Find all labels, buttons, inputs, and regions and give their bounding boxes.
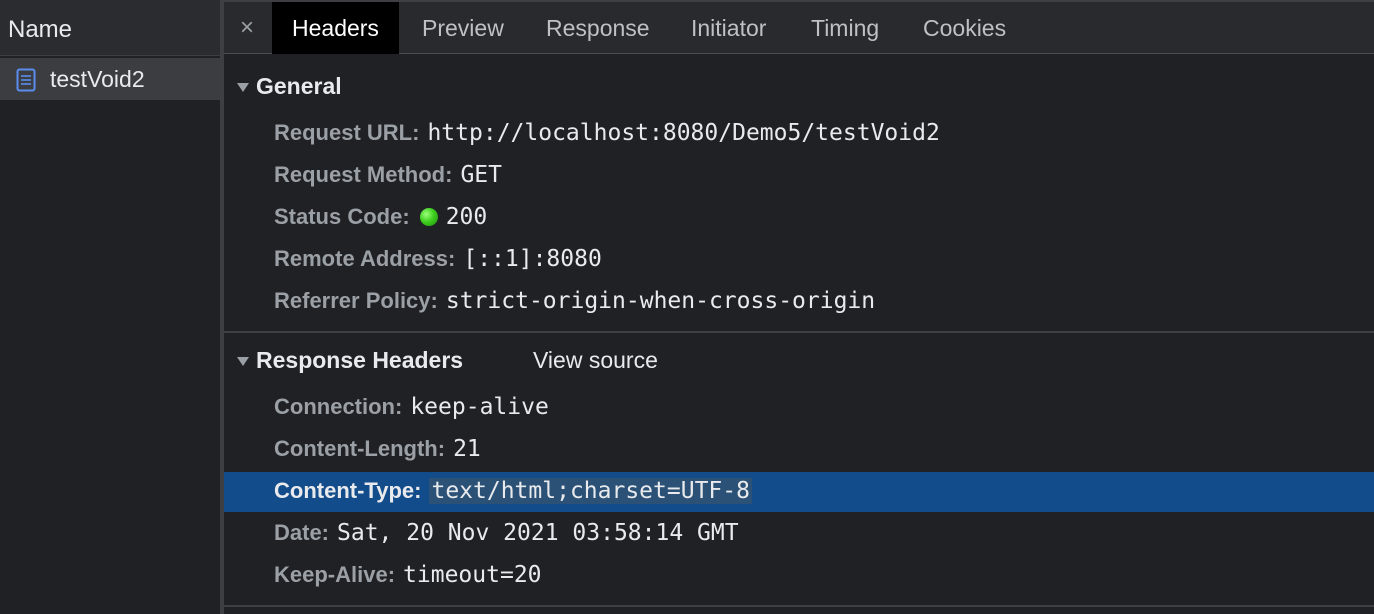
header-row-request-method[interactable]: Request Method: GET: [224, 156, 1374, 196]
request-row[interactable]: testVoid2: [0, 58, 220, 100]
header-value: strict-origin-when-cross-origin: [445, 288, 876, 314]
status-ok-icon: [419, 208, 438, 226]
request-list: Name testVoid2: [0, 0, 220, 614]
header-row-status-code[interactable]: Status Code: 200: [224, 198, 1374, 238]
header-value: timeout=20: [403, 562, 542, 588]
tab-headers[interactable]: Headers: [272, 2, 399, 54]
section-divider: [224, 605, 1374, 607]
collapse-triangle-icon: [237, 357, 249, 366]
header-key: Keep-Alive:: [274, 562, 396, 587]
header-row-remote-address[interactable]: Remote Address: [::1]:8080: [224, 240, 1374, 280]
header-value: GET: [460, 162, 502, 188]
general-section-header[interactable]: General: [224, 66, 1374, 106]
close-icon[interactable]: ×: [240, 14, 254, 42]
header-row-connection[interactable]: Connection: keep-alive: [224, 388, 1374, 428]
tab-preview[interactable]: Preview: [422, 2, 504, 54]
header-key: Request Method:: [274, 162, 453, 187]
header-value: Sat, 20 Nov 2021 03:58:14 GMT: [337, 520, 739, 546]
response-headers-title: Response Headers: [256, 347, 464, 373]
tab-cookies[interactable]: Cookies: [923, 2, 1006, 54]
devtools-network-panel: Name testVoid2 × Headers Preview Respons…: [0, 0, 1374, 614]
name-column-header[interactable]: Name: [0, 0, 220, 56]
document-icon: [16, 68, 36, 92]
header-row-content-type[interactable]: Content-Type: text/html;charset=UTF-8: [224, 472, 1374, 512]
header-key: Content-Type:: [274, 478, 422, 503]
tab-response[interactable]: Response: [546, 2, 650, 54]
header-value: http://localhost:8080/Demo5/testVoid2: [427, 120, 940, 146]
header-key: Remote Address:: [274, 246, 456, 271]
header-key: Request URL:: [274, 120, 420, 145]
header-key: Content-Length:: [274, 436, 446, 461]
header-row-content-length[interactable]: Content-Length: 21: [224, 430, 1374, 470]
header-key: Date:: [274, 520, 330, 545]
request-details: × Headers Preview Response Initiator Tim…: [224, 0, 1374, 614]
header-value: 21: [453, 436, 481, 462]
tab-initiator[interactable]: Initiator: [691, 2, 766, 54]
header-key: Status Code:: [274, 204, 410, 229]
header-row-referrer-policy[interactable]: Referrer Policy: strict-origin-when-cross…: [224, 282, 1374, 322]
response-headers-section-header[interactable]: Response Headers View source: [224, 340, 1374, 380]
header-row-keep-alive[interactable]: Keep-Alive: timeout=20: [224, 556, 1374, 596]
header-key: Referrer Policy:: [274, 288, 438, 313]
name-column-label: Name: [8, 16, 73, 43]
header-row-date[interactable]: Date: Sat, 20 Nov 2021 03:58:14 GMT: [224, 514, 1374, 554]
header-value: keep-alive: [410, 394, 549, 420]
request-name: testVoid2: [50, 66, 145, 92]
section-divider: [224, 331, 1374, 333]
view-source-link[interactable]: View source: [533, 347, 658, 374]
header-value: 200: [445, 204, 488, 230]
header-row-request-url[interactable]: Request URL: http://localhost:8080/Demo5/…: [224, 114, 1374, 154]
header-value: text/html;charset=UTF-8: [429, 478, 752, 504]
collapse-triangle-icon: [237, 83, 249, 92]
header-value: [::1]:8080: [463, 246, 602, 272]
general-title: General: [256, 73, 342, 99]
details-tabbar: × Headers Preview Response Initiator Tim…: [224, 0, 1374, 54]
header-key: Connection:: [274, 394, 403, 419]
tab-timing[interactable]: Timing: [811, 2, 879, 54]
